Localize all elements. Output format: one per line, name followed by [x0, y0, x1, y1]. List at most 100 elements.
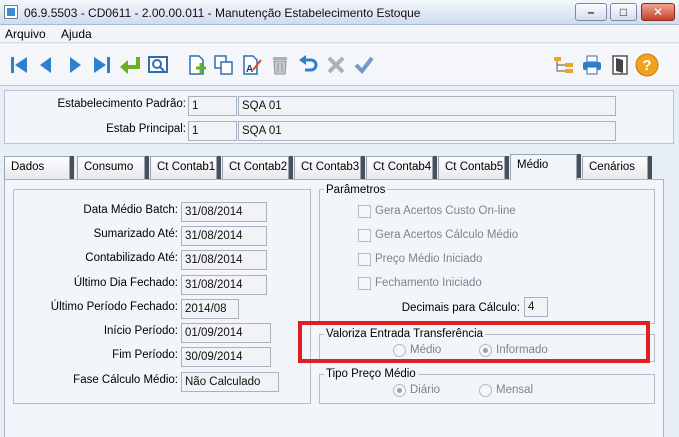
valoriza-medio-radio[interactable] [393, 344, 406, 357]
valoriza-entrada-group: Valoriza Entrada Transferência Médio Inf… [319, 328, 655, 362]
new-record-button[interactable] [185, 53, 209, 77]
tab-ct-contab4[interactable]: Ct Contab4 [366, 156, 437, 180]
confirm-icon [354, 56, 374, 75]
sumarizado-ate-field: 31/08/2014 [181, 226, 267, 246]
tab-consumo[interactable]: Consumo [77, 156, 149, 180]
estab-principal-label: Estab Principal: [106, 123, 186, 135]
previous-record-button[interactable] [34, 53, 58, 77]
first-record-button[interactable] [7, 53, 31, 77]
tab-medio[interactable]: Médio [510, 154, 581, 180]
svg-text:?: ? [642, 57, 651, 74]
maximize-button[interactable]: □ [610, 3, 637, 21]
last-record-icon [94, 57, 110, 73]
hierarchy-icon [554, 57, 573, 73]
print-icon [583, 55, 601, 75]
delete-icon [273, 57, 287, 75]
estab-padrao-name-field: SQA 01 [238, 96, 616, 116]
tab-ct-contab1[interactable]: Ct Contab1 [150, 156, 221, 180]
field-label: Fim Período: [112, 349, 178, 361]
estab-padrao-code-field[interactable]: 1 [188, 96, 237, 116]
preco-medio-iniciado-checkbox[interactable] [358, 253, 371, 266]
menu-arquivo[interactable]: Arquivo [5, 27, 46, 41]
fechamento-iniciado-checkbox[interactable] [358, 277, 371, 290]
decimais-label: Decimais para Cálculo: [401, 302, 520, 314]
tab-ct-contab3[interactable]: Ct Contab3 [294, 156, 365, 180]
cancel-icon [327, 56, 345, 74]
tab-ct-contab5[interactable]: Ct Contab5 [438, 156, 509, 180]
toolbar: A ? [0, 44, 679, 86]
estab-principal-code-field[interactable]: 1 [188, 121, 237, 141]
tab-strip: Dados Consumo Ct Contab1 Ct Contab2 Ct C… [0, 154, 679, 180]
print-button[interactable] [580, 53, 604, 77]
checkbox-label: Preço Médio Iniciado [375, 253, 483, 265]
last-record-button[interactable] [90, 53, 114, 77]
help-button[interactable]: ? [635, 53, 659, 77]
edit-icon: A [243, 55, 262, 75]
tipo-mensal-radio[interactable] [479, 384, 492, 397]
parametros-group: Parâmetros Gera Acertos Custo On-line Ge… [319, 184, 655, 324]
gera-acertos-custo-online-checkbox[interactable] [358, 205, 371, 218]
exit-button[interactable] [608, 53, 632, 77]
copy-icon [214, 55, 233, 75]
undo-icon [299, 55, 318, 72]
field-label: Fase Cálculo Médio: [73, 374, 178, 386]
header-panel: Estabelecimento Padrão: 1 SQA 01 Estab P… [4, 90, 674, 144]
radio-label: Informado [496, 344, 548, 356]
confirm-button[interactable] [352, 53, 376, 77]
first-record-icon [11, 57, 27, 73]
contabilizado-ate-field: 31/08/2014 [181, 250, 267, 270]
decimais-field[interactable]: 4 [524, 297, 548, 317]
ultimo-periodo-fechado-field: 2014/08 [181, 299, 239, 319]
cancel-button[interactable] [324, 53, 348, 77]
window-title: 06.9.5503 - CD0611 - 2.00.00.011 - Manut… [24, 6, 421, 20]
search-button[interactable] [146, 53, 170, 77]
radio-label: Mensal [496, 384, 534, 396]
radio-label: Médio [410, 344, 442, 356]
medio-fields-group: Data Médio Batch: 31/08/2014 Sumarizado … [13, 189, 311, 404]
field-label: Sumarizado Até: [93, 228, 178, 240]
title-bar: 06.9.5503 - CD0611 - 2.00.00.011 - Manut… [0, 0, 679, 25]
tab-ct-contab2[interactable]: Ct Contab2 [222, 156, 293, 180]
radio-label: Diário [410, 384, 441, 396]
help-icon: ? [635, 53, 659, 77]
undo-button[interactable] [296, 53, 320, 77]
estab-padrao-label: Estabelecimento Padrão: [57, 98, 187, 110]
parametros-title: Parâmetros [324, 184, 388, 196]
data-medio-batch-field: 31/08/2014 [181, 202, 267, 222]
checkbox-label: Gera Acertos Custo On-line [375, 205, 516, 217]
field-label: Último Período Fechado: [50, 301, 178, 313]
menu-bar: Arquivo Ajuda [0, 25, 679, 43]
next-record-icon [70, 57, 81, 73]
tipo-diario-radio[interactable] [393, 384, 406, 397]
hierarchy-button[interactable] [552, 53, 576, 77]
field-label: Início Período: [103, 325, 178, 337]
delete-button[interactable] [268, 53, 292, 77]
valoriza-informado-radio[interactable] [479, 344, 492, 357]
maximize-icon: □ [619, 5, 628, 19]
field-label: Contabilizado Até: [85, 252, 178, 264]
close-icon: ✕ [652, 5, 664, 19]
new-record-icon [189, 55, 206, 75]
previous-record-icon [40, 57, 51, 73]
tipo-preco-medio-title: Tipo Preço Médio [324, 368, 418, 380]
valoriza-entrada-title: Valoriza Entrada Transferência [324, 328, 486, 340]
tipo-preco-medio-group: Tipo Preço Médio Diário Mensal [319, 368, 655, 404]
fase-calculo-medio-field: Não Calculado [181, 372, 279, 392]
minimize-button[interactable]: – [575, 3, 607, 21]
field-label: Data Médio Batch: [83, 204, 178, 216]
next-record-button[interactable] [63, 53, 87, 77]
goto-button[interactable] [118, 53, 142, 77]
minimize-icon: – [587, 5, 595, 19]
svg-text:A: A [246, 64, 253, 75]
copy-button[interactable] [212, 53, 236, 77]
menu-ajuda[interactable]: Ajuda [61, 27, 92, 41]
app-icon [4, 5, 18, 19]
close-button[interactable]: ✕ [641, 3, 675, 21]
checkbox-label: Gera Acertos Cálculo Médio [375, 229, 519, 241]
gera-acertos-calculo-medio-checkbox[interactable] [358, 229, 371, 242]
tab-dados[interactable]: Dados [4, 156, 74, 180]
checkbox-label: Fechamento Iniciado [375, 277, 482, 289]
tab-cenarios[interactable]: Cenários [582, 156, 652, 180]
ultimo-dia-fechado-field: 31/08/2014 [181, 275, 267, 295]
edit-button[interactable]: A [240, 53, 264, 77]
